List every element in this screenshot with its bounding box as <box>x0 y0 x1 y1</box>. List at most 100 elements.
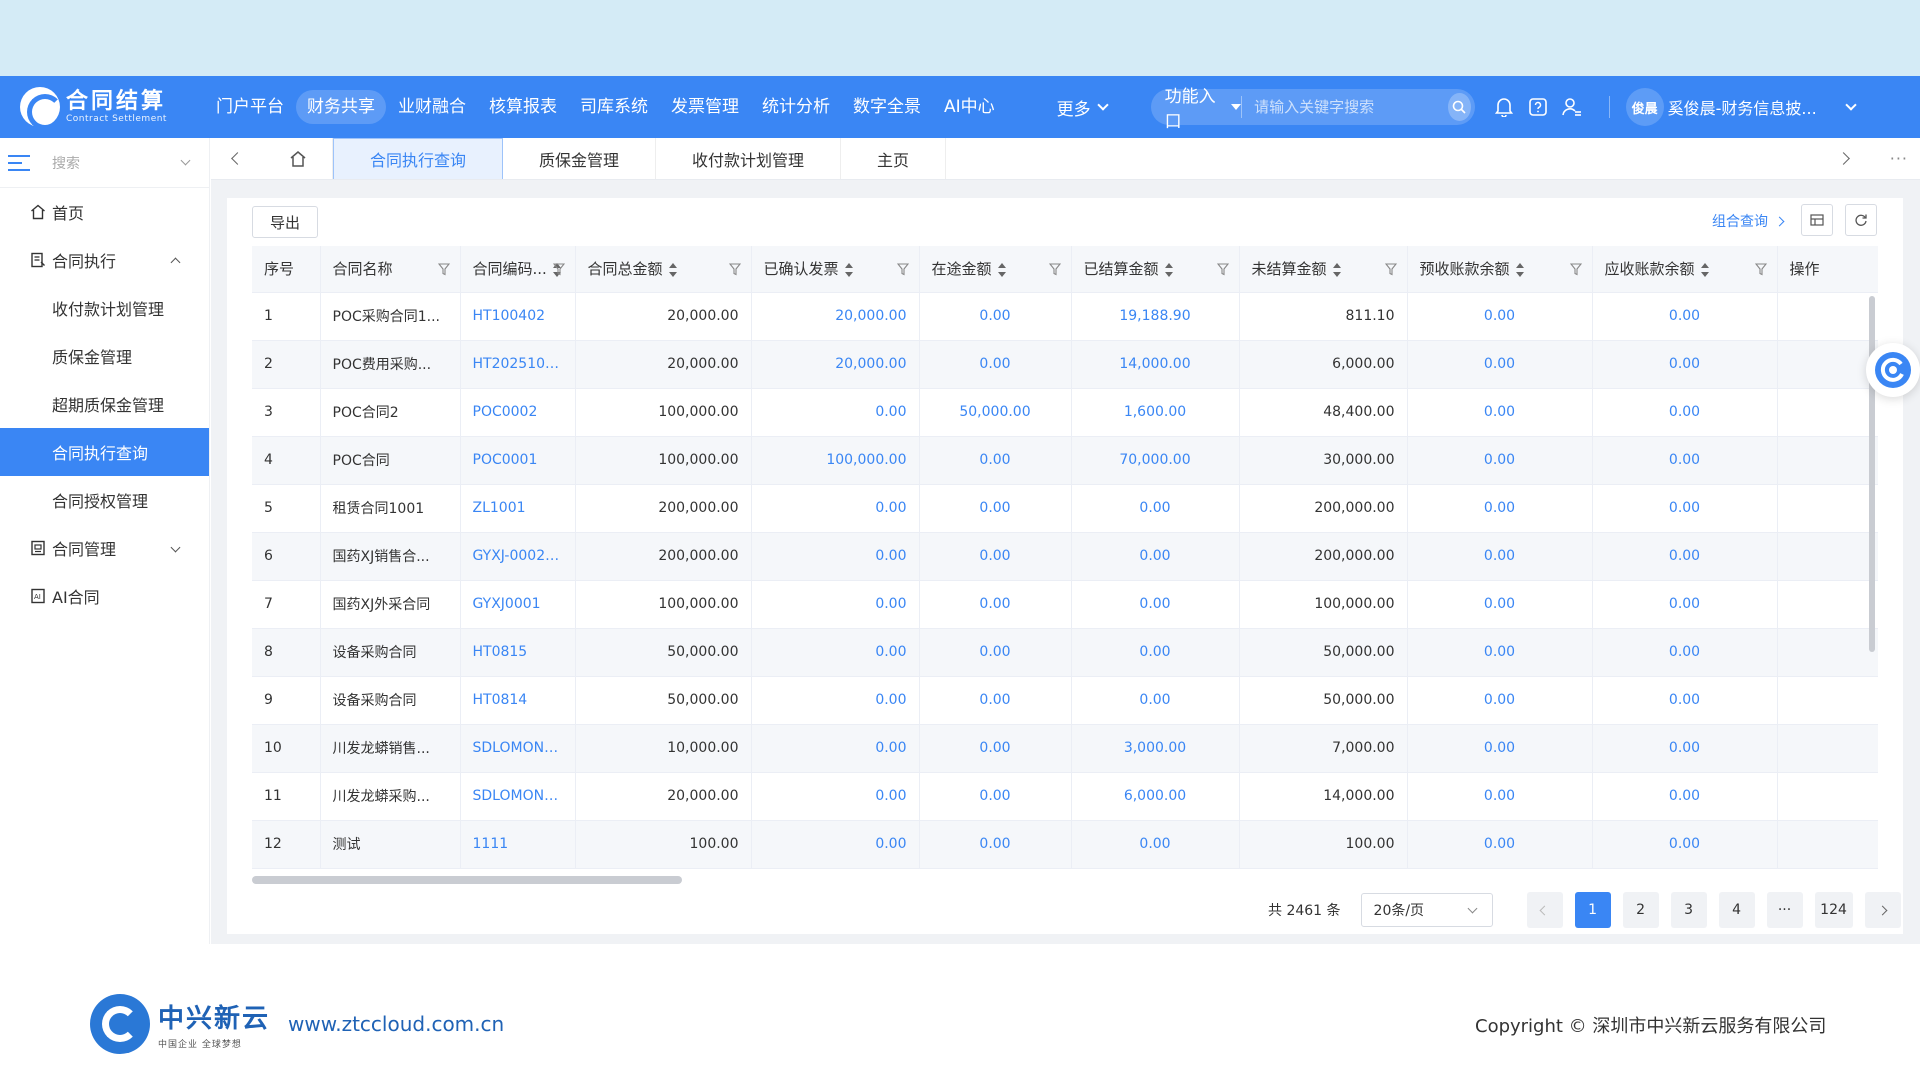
user-menu[interactable]: 俊晨 奚俊晨-财务信息披... <box>1625 88 1857 126</box>
sidebar-item[interactable]: AI AI合同 <box>0 572 209 620</box>
more-menu[interactable]: 更多 <box>1057 95 1109 120</box>
tab-more-button[interactable]: ··· <box>1890 149 1908 168</box>
menu-fold-icon[interactable] <box>8 154 30 171</box>
table-cell: 0.00 <box>919 676 1072 725</box>
tab-item[interactable]: 质保金管理 <box>503 138 657 179</box>
assistant-float-button[interactable] <box>1866 343 1920 397</box>
footer-url[interactable]: www.ztccloud.com.cn <box>288 1012 504 1036</box>
tab-prev-button[interactable] <box>211 138 263 179</box>
tab-item[interactable]: 主页 <box>841 138 947 179</box>
sidebar-item[interactable]: 合同授权管理 <box>0 476 209 524</box>
function-entry-select[interactable]: 功能入口 <box>1151 87 1243 132</box>
contract-code-link[interactable]: HT20251001 <box>460 340 576 389</box>
filter-icon[interactable] <box>1384 262 1397 276</box>
contract-code-link[interactable]: HT100402 <box>460 292 576 341</box>
column-header[interactable]: 预收账款余额 <box>1407 246 1593 293</box>
page-button[interactable]: 4 <box>1718 892 1755 928</box>
page-size-select[interactable]: 20条/页 <box>1360 893 1493 927</box>
column-header[interactable]: 操作 <box>1777 246 1878 293</box>
page-button[interactable]: 1 <box>1574 892 1611 928</box>
column-settings-button[interactable] <box>1801 204 1833 236</box>
column-header[interactable]: 未结算金额 <box>1239 246 1408 293</box>
refresh-button[interactable] <box>1845 204 1877 236</box>
filter-icon[interactable] <box>728 262 741 276</box>
topnav-item[interactable]: 统计分析 <box>751 90 841 124</box>
contract-code-link[interactable]: GYXJ-000222 <box>460 532 576 581</box>
topnav-item[interactable]: 司库系统 <box>569 90 659 124</box>
contract-code-link[interactable]: POC0002 <box>460 388 576 437</box>
search-icon[interactable] <box>1448 93 1471 121</box>
sidebar-item[interactable]: 超期质保金管理 <box>0 380 209 428</box>
sidebar-item[interactable]: 合同执行 <box>0 236 209 284</box>
sort-icon[interactable] <box>997 262 1006 277</box>
sidebar: 搜索 首页 合同执行 收付款计划管理 质保金管理 超期质保金管理 合同执行查询 合同授权管理… <box>0 138 210 944</box>
sort-icon[interactable] <box>668 262 677 277</box>
filter-icon[interactable] <box>1048 262 1061 276</box>
filter-icon[interactable] <box>1569 262 1582 276</box>
topnav-item[interactable]: 门户平台 <box>205 90 295 124</box>
user-name: 奚俊晨-财务信息披... <box>1667 99 1817 118</box>
sidebar-item[interactable]: 合同执行查询 <box>0 428 209 476</box>
filter-icon[interactable] <box>552 262 565 276</box>
help-icon[interactable] <box>1527 96 1549 118</box>
sidebar-item[interactable]: 质保金管理 <box>0 332 209 380</box>
sidebar-item-label: AI合同 <box>52 588 100 607</box>
keyword-search-input[interactable] <box>1242 98 1449 116</box>
topnav-item[interactable]: 发票管理 <box>660 90 750 124</box>
tab-next-button[interactable] <box>1836 152 1850 165</box>
column-header[interactable]: 合同编码... <box>460 246 576 293</box>
prev-page-button[interactable] <box>1526 892 1563 928</box>
chevron-right-icon <box>1877 905 1888 915</box>
contract-code-link[interactable]: POC0001 <box>460 436 576 485</box>
contract-code-link[interactable]: GYXJ0001 <box>460 580 576 629</box>
sidebar-item[interactable]: 首页 <box>0 188 209 236</box>
column-header[interactable]: 已结算金额 <box>1071 246 1240 293</box>
column-header[interactable]: 合同总金额 <box>575 246 752 293</box>
sort-icon[interactable] <box>1515 262 1524 277</box>
page-button[interactable]: 3 <box>1670 892 1707 928</box>
topnav-item[interactable]: 财务共享 <box>296 90 386 124</box>
column-header[interactable]: 应收账款余额 <box>1592 246 1778 293</box>
column-header[interactable]: 合同名称 <box>320 246 461 293</box>
contract-code-link[interactable]: HT0814 <box>460 676 576 725</box>
topnav-item[interactable]: AI中心 <box>933 90 1006 124</box>
app-logo[interactable]: 合同结算 Contract Settlement <box>0 87 205 130</box>
table-cell: 设备采购合同 <box>320 628 461 677</box>
user-settings-icon[interactable] <box>1561 96 1583 118</box>
tab-item[interactable]: 合同执行查询 <box>333 138 504 179</box>
filter-icon[interactable] <box>437 262 450 276</box>
sort-icon[interactable] <box>1164 262 1173 277</box>
column-header[interactable]: 已确认发票 <box>751 246 920 293</box>
export-button[interactable]: 导出 <box>252 206 318 238</box>
sidebar-search[interactable]: 搜索 <box>0 138 209 188</box>
contract-code-link[interactable]: 1111 <box>460 820 576 869</box>
combo-query-link[interactable]: 组合查询 <box>1712 211 1785 231</box>
filter-icon[interactable] <box>896 262 909 276</box>
bell-icon[interactable] <box>1493 96 1515 118</box>
page-button[interactable]: 124 <box>1814 892 1853 928</box>
filter-icon[interactable] <box>1754 262 1767 276</box>
sort-icon[interactable] <box>844 262 853 277</box>
column-header[interactable]: 序号 <box>252 246 321 293</box>
topnav-item[interactable]: 数字全景 <box>842 90 932 124</box>
tab-item[interactable]: 收付款计划管理 <box>656 138 842 179</box>
page-button[interactable]: ··· <box>1766 892 1803 928</box>
contract-code-link[interactable]: SDLOMONPO <box>460 772 576 821</box>
filter-icon[interactable] <box>1216 262 1229 276</box>
next-page-button[interactable] <box>1864 892 1901 928</box>
contract-code-link[interactable]: HT0815 <box>460 628 576 677</box>
contract-code-link[interactable]: SDLOMONPO <box>460 724 576 773</box>
sidebar-item[interactable]: 收付款计划管理 <box>0 284 209 332</box>
sidebar-item[interactable]: 合同管理 <box>0 524 209 572</box>
contract-code-link[interactable]: ZL1001 <box>460 484 576 533</box>
table-cell: 200,000.00 <box>575 484 752 533</box>
topnav-item[interactable]: 业财融合 <box>387 90 477 124</box>
page-button[interactable]: 2 <box>1622 892 1659 928</box>
sort-icon[interactable] <box>1700 262 1709 277</box>
horizontal-scrollbar[interactable] <box>252 876 682 884</box>
sort-icon[interactable] <box>1332 262 1341 277</box>
footer-logo: 中兴新云 中国企业 全球梦想 <box>90 994 270 1054</box>
topnav-item[interactable]: 核算报表 <box>478 90 568 124</box>
home-tab-button[interactable] <box>263 138 333 179</box>
column-header[interactable]: 在途金额 <box>919 246 1072 293</box>
